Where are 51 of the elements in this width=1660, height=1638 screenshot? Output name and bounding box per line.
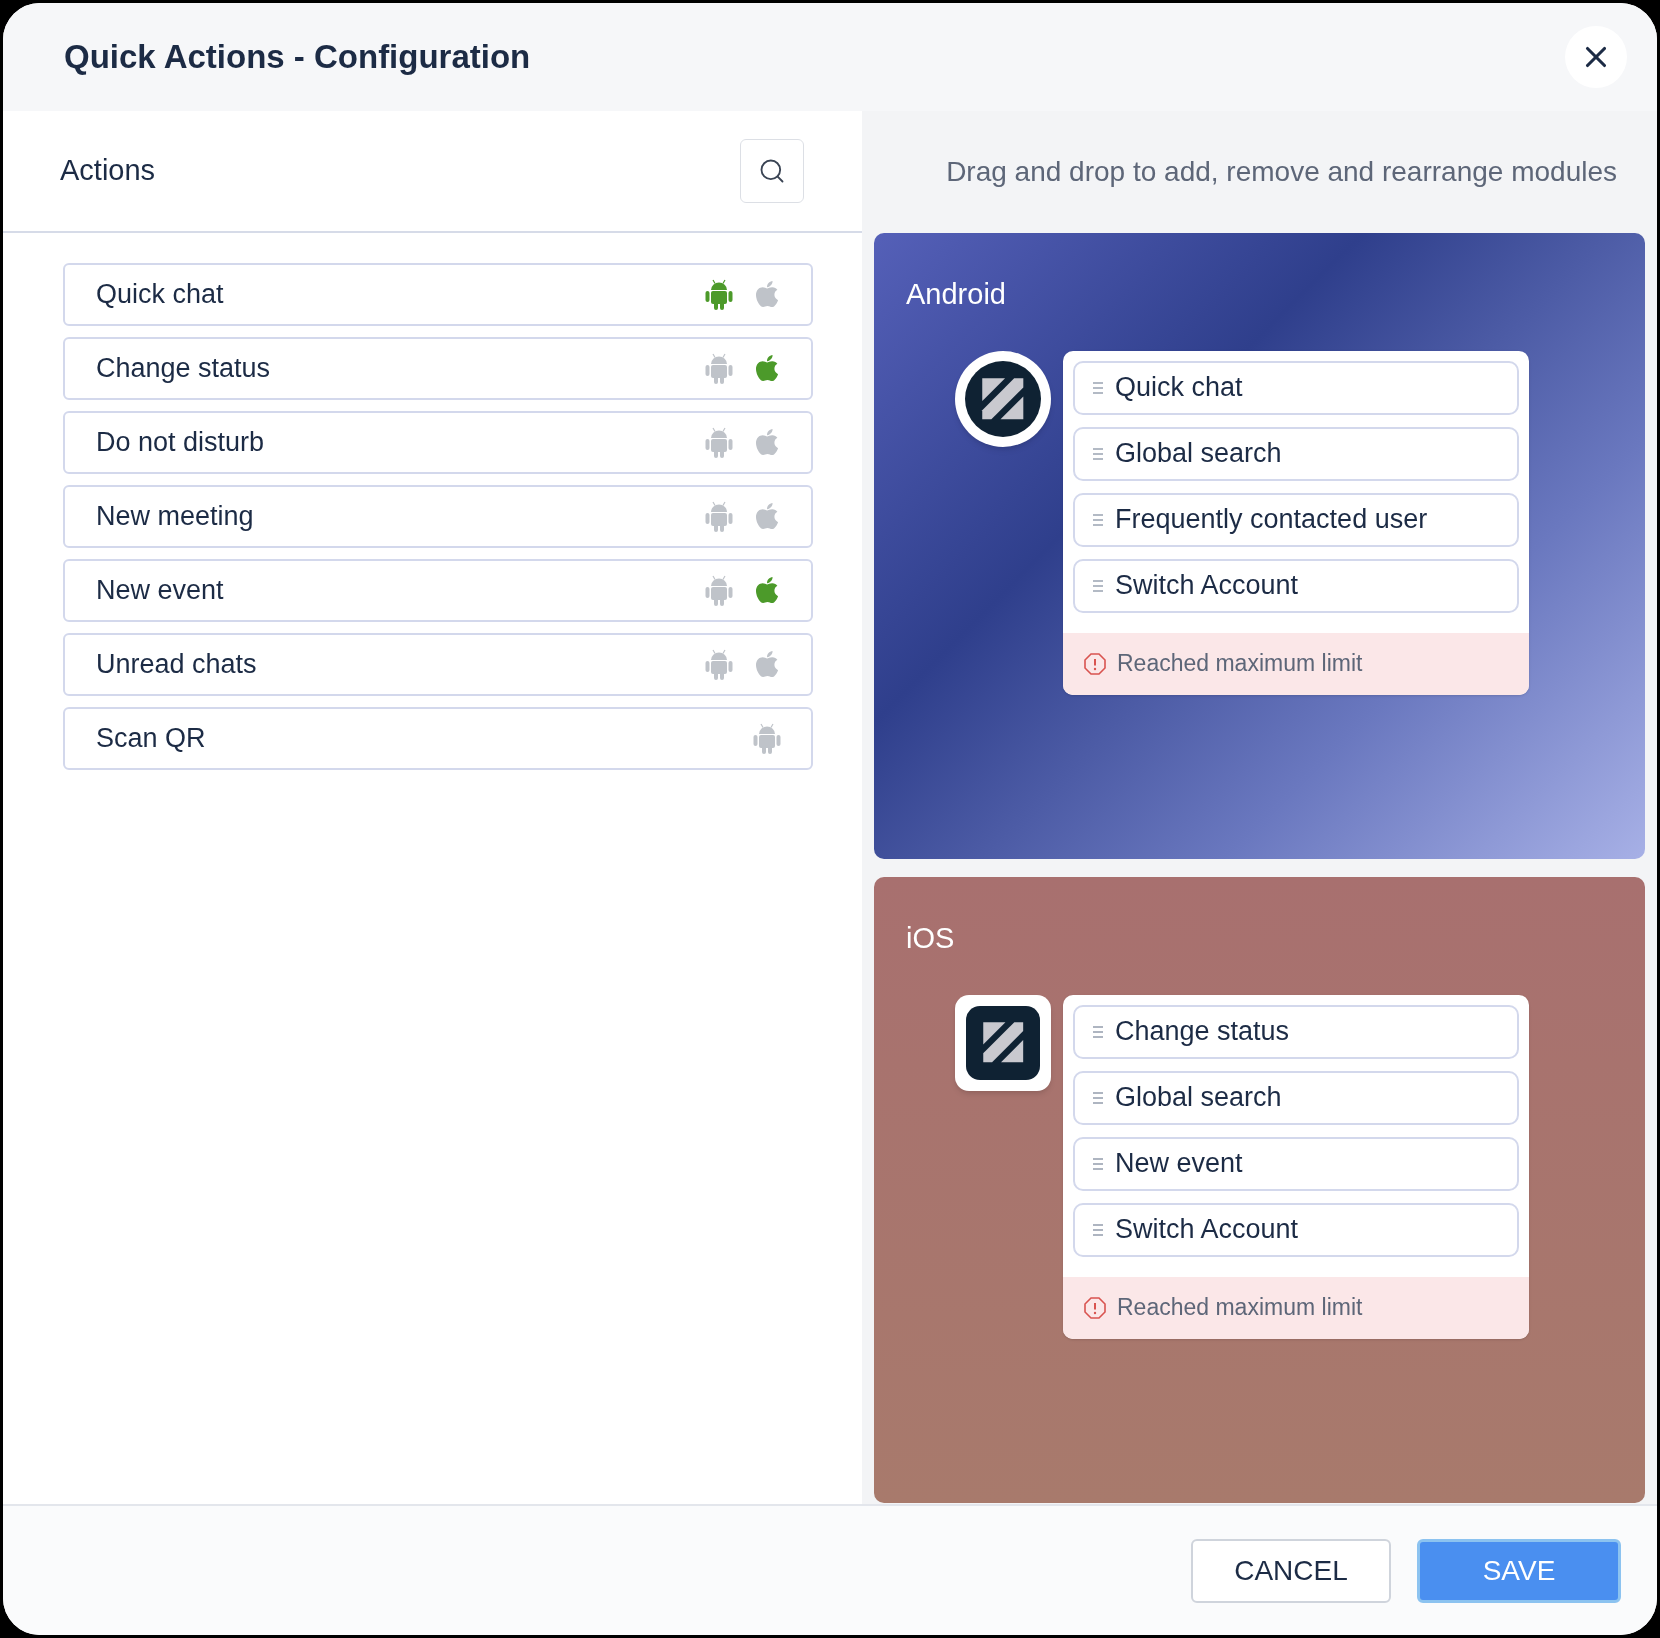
action-label: Change status [96, 352, 271, 386]
module-label: Frequently contacted user [1115, 503, 1428, 537]
drag-handle-icon [1093, 1156, 1103, 1171]
module-item[interactable]: Change status [1073, 1004, 1519, 1059]
module-item[interactable]: New event [1073, 1136, 1519, 1191]
app-logo-icon [955, 994, 1051, 1091]
drag-handle-icon [1093, 1222, 1103, 1237]
module-label: New event [1115, 1147, 1243, 1181]
module-item[interactable]: Switch Account [1073, 558, 1519, 613]
warning-icon [1083, 651, 1107, 676]
drag-handle-icon [1093, 578, 1103, 593]
module-label: Switch Account [1115, 1213, 1299, 1247]
action-item[interactable]: New meeting [63, 485, 813, 548]
module-label: Global search [1115, 1081, 1282, 1115]
module-label: Change status [1115, 1015, 1290, 1049]
module-item[interactable]: Global search [1073, 426, 1519, 481]
instruction-text: Drag and drop to add, remove and rearrange modules [946, 155, 1617, 189]
search-button[interactable] [740, 139, 804, 203]
action-label: Quick chat [96, 278, 224, 312]
action-item[interactable]: New event [63, 559, 813, 622]
action-label: Do not disturb [96, 426, 265, 460]
dialog-title: Quick Actions - Configuration [64, 37, 531, 78]
module-item[interactable]: Switch Account [1073, 1202, 1519, 1257]
module-item[interactable]: Frequently contacted user [1073, 492, 1519, 547]
module-item[interactable]: Quick chat [1073, 360, 1519, 415]
drag-handle-icon [1093, 446, 1103, 461]
action-label: Scan QR [96, 722, 206, 756]
cancel-button[interactable]: CANCEL [1191, 1538, 1391, 1603]
platform-title: iOS [906, 921, 955, 956]
action-item[interactable]: Do not disturb [63, 411, 813, 474]
search-icon [758, 157, 786, 185]
action-item[interactable]: Unread chats [63, 633, 813, 696]
warning-text: Reached maximum limit [1117, 1293, 1363, 1323]
module-label: Switch Account [1115, 569, 1299, 603]
warning-icon [1083, 1295, 1107, 1320]
action-item[interactable]: Scan QR [63, 707, 813, 770]
action-label: New meeting [96, 500, 254, 534]
warning-text: Reached maximum limit [1117, 649, 1363, 679]
action-label: New event [96, 574, 224, 608]
drag-handle-icon [1093, 512, 1103, 527]
action-item[interactable]: Quick chat [63, 263, 813, 326]
action-item[interactable]: Change status [63, 337, 813, 400]
drag-handle-icon [1093, 1090, 1103, 1105]
panel-title: Actions [60, 153, 156, 189]
action-label: Unread chats [96, 648, 257, 682]
module-label: Quick chat [1115, 371, 1243, 405]
drag-handle-icon [1093, 1024, 1103, 1039]
platform-title: Android [906, 277, 1006, 312]
module-item[interactable]: Global search [1073, 1070, 1519, 1125]
drag-handle-icon [1093, 380, 1103, 395]
module-label: Global search [1115, 437, 1282, 471]
